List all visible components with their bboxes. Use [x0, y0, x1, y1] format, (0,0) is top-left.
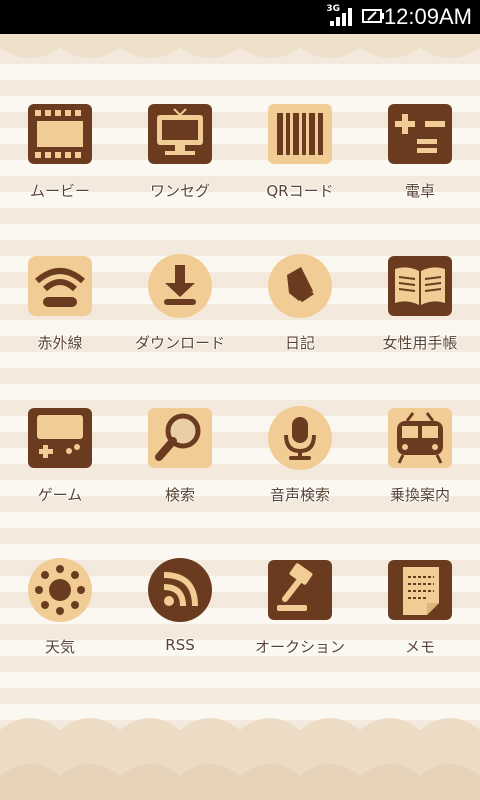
- app-label: ムービー: [29, 182, 90, 200]
- bottom-scallop-border: [0, 718, 480, 800]
- app-label: 赤外線: [37, 334, 83, 352]
- app-label: ダウンロード: [134, 334, 225, 352]
- game-icon: [28, 408, 92, 468]
- app-infrared[interactable]: 赤外線: [0, 242, 120, 394]
- download-icon: [148, 254, 212, 318]
- app-diary[interactable]: 日記: [240, 242, 360, 394]
- clock: 12:09AM: [383, 4, 472, 29]
- app-grid: ムービー ワンセグ QRコード 電卓 赤外線 ダウンロード 日記 女性用手帳 ゲ…: [0, 90, 480, 698]
- app-voice-search[interactable]: 音声検索: [240, 394, 360, 546]
- app-label: 電卓: [404, 182, 435, 200]
- app-label: RSS: [165, 636, 195, 654]
- app-label: 検索: [164, 486, 195, 504]
- app-label: 天気: [44, 638, 75, 656]
- status-bar: 3G 12:09AM: [0, 0, 480, 34]
- app-calculator[interactable]: 電卓: [360, 90, 480, 242]
- tv-icon: [148, 104, 212, 164]
- app-notebook[interactable]: 女性用手帳: [360, 242, 480, 394]
- barcode-icon: [268, 104, 332, 164]
- app-label: ゲーム: [37, 486, 83, 504]
- app-label: QRコード: [266, 182, 334, 200]
- app-label: 日記: [284, 334, 315, 352]
- search-icon: [148, 408, 212, 468]
- train-icon: [388, 408, 452, 468]
- voice-search-icon: [268, 406, 332, 470]
- notebook-icon: [388, 256, 452, 316]
- rss-icon: [148, 558, 212, 622]
- app-oneseg[interactable]: ワンセグ: [120, 90, 240, 242]
- app-rss[interactable]: RSS: [120, 546, 240, 698]
- app-label: オークション: [254, 638, 345, 656]
- app-label: メモ: [404, 638, 435, 656]
- signal-icon: [330, 8, 352, 26]
- app-search[interactable]: 検索: [120, 394, 240, 546]
- app-train[interactable]: 乗換案内: [360, 394, 480, 546]
- app-label: ワンセグ: [149, 182, 210, 200]
- app-qrcode[interactable]: QRコード: [240, 90, 360, 242]
- calculator-icon: [388, 104, 452, 164]
- top-scallop-border: [0, 34, 480, 58]
- weather-icon: [28, 558, 92, 622]
- memo-icon: [388, 560, 452, 620]
- diary-icon: [268, 254, 332, 318]
- auction-icon: [268, 560, 332, 620]
- infrared-icon: [28, 256, 92, 316]
- app-label: 音声検索: [269, 486, 330, 504]
- app-download[interactable]: ダウンロード: [120, 242, 240, 394]
- app-label: 乗換案内: [389, 486, 450, 504]
- app-weather[interactable]: 天気: [0, 546, 120, 698]
- film-icon: [28, 104, 92, 164]
- app-movie[interactable]: ムービー: [0, 90, 120, 242]
- app-game[interactable]: ゲーム: [0, 394, 120, 546]
- app-auction[interactable]: オークション: [240, 546, 360, 698]
- battery-icon: [362, 9, 384, 23]
- app-memo[interactable]: メモ: [360, 546, 480, 698]
- app-label: 女性用手帳: [382, 334, 458, 352]
